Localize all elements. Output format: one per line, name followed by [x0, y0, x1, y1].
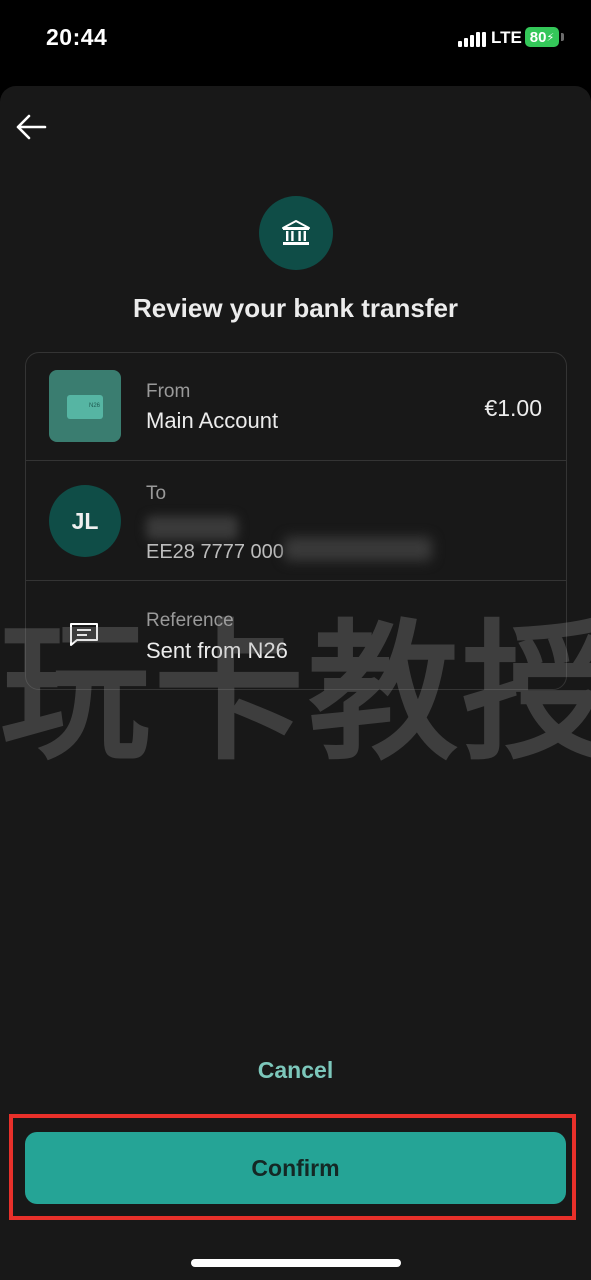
from-row: N26 From Main Account €1.00 [26, 353, 566, 460]
from-account: Main Account [146, 408, 279, 433]
page-title: Review your bank transfer [132, 293, 459, 323]
iban-redacted [284, 537, 432, 561]
battery-icon: 80 ⚡ [525, 27, 559, 47]
wallet-icon: N26 [49, 370, 121, 442]
cancel-button[interactable]: Cancel [0, 1057, 591, 1084]
arrow-left-icon[interactable] [14, 112, 48, 142]
to-label: To [146, 483, 167, 504]
watermark: 玩卡教授 [0, 607, 591, 781]
recipient-name-redacted [146, 516, 238, 540]
from-label: From [146, 381, 191, 402]
status-time: 20:44 [46, 24, 108, 50]
network-type: LTE [491, 28, 522, 47]
bank-icon-circle [259, 196, 333, 270]
signal-strength-icon [458, 31, 486, 47]
to-row: JL To [26, 461, 566, 580]
confirm-label: Confirm [251, 1154, 340, 1181]
recipient-avatar: JL [49, 485, 121, 557]
recipient-iban: EE28 7777 000 [146, 541, 284, 563]
confirm-button[interactable]: Confirm [25, 1132, 566, 1204]
battery-level: 80 [529, 28, 547, 46]
battery-tip [561, 33, 564, 41]
status-bar: 20:44 LTE 80 ⚡ [0, 0, 591, 80]
home-indicator[interactable] [191, 1259, 401, 1267]
transfer-amount: €1.00 [484, 395, 542, 421]
bank-building-icon [282, 220, 310, 245]
